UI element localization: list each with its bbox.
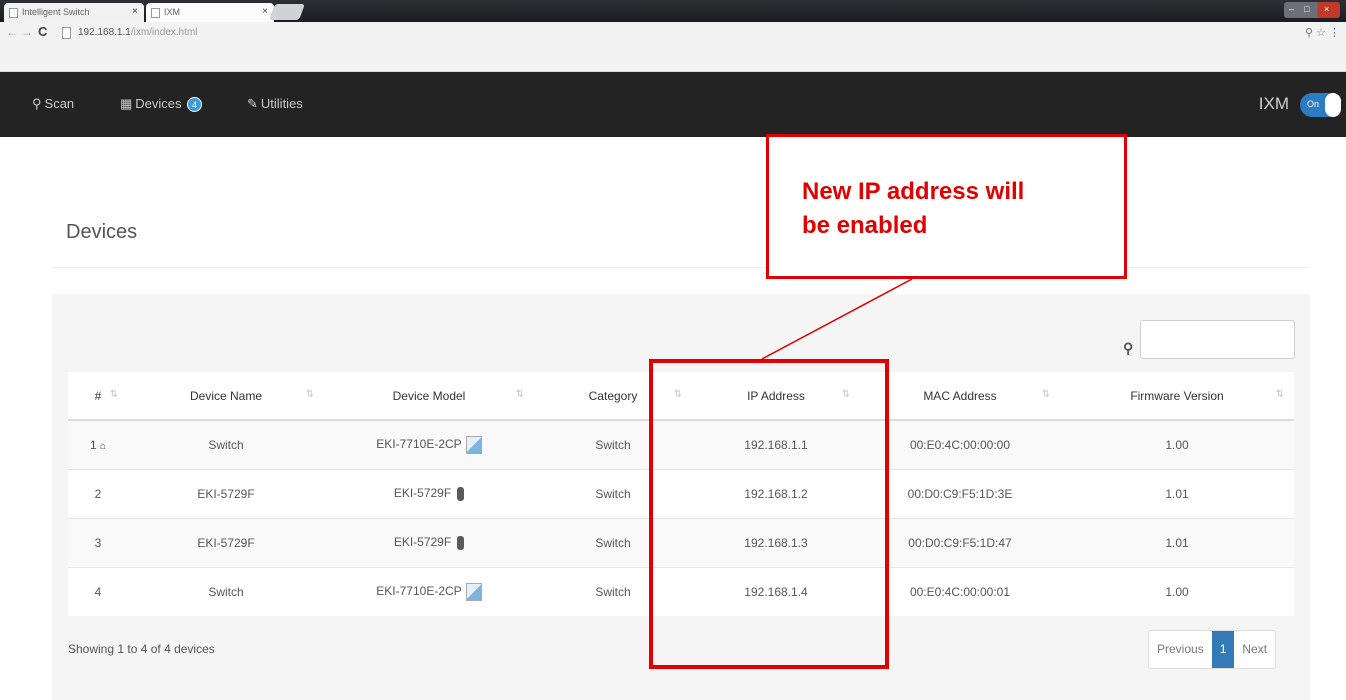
column-header[interactable]: Firmware Version ⇅	[1060, 372, 1294, 421]
url-host: 192.168.1.1	[78, 27, 131, 38]
column-header[interactable]: Device Name ⇅	[128, 372, 324, 421]
search-input[interactable]	[1140, 320, 1295, 359]
device-mac: 00:E0:4C:00:00:01	[860, 566, 1060, 616]
new-tab-button[interactable]	[269, 4, 305, 20]
annotation-line-2: be enabled	[802, 212, 928, 239]
home-icon: ⌂	[99, 440, 107, 452]
annotation-callout: New IP address will be enabled	[766, 134, 1127, 279]
column-label: MAC Address	[923, 388, 997, 403]
row-number: 4	[68, 566, 128, 616]
tab-title: Intelligent Switch	[22, 7, 90, 17]
pagination: Previous 1 Next	[1148, 630, 1277, 669]
column-header[interactable]: MAC Address ⇅	[860, 372, 1060, 421]
nav-item-utilities[interactable]: ✎ Utilities	[247, 96, 303, 112]
column-header[interactable]: Device Model ⇅	[324, 372, 534, 421]
forward-arrow-icon[interactable]: →	[21, 25, 33, 39]
column-label: Device Model	[392, 388, 466, 403]
window-close-icon[interactable]: ×	[1324, 4, 1329, 14]
page-icon	[151, 8, 160, 18]
nav-item-devices[interactable]: ▦ Devices 4	[120, 96, 203, 112]
sort-icon: ⇅	[515, 389, 524, 400]
device-name: EKI-5729F	[128, 517, 324, 567]
sort-icon: ⇅	[109, 389, 118, 400]
row-number: 1 ⌂	[68, 419, 128, 469]
reload-icon[interactable]: C	[38, 24, 47, 39]
annotation-line-1: New IP address will	[802, 178, 1025, 205]
device-model: EKI-7710E-2CP	[324, 566, 534, 616]
row-number: 3	[68, 517, 128, 567]
power-toggle[interactable]: On	[1300, 93, 1341, 117]
browser-titlebar: Intelligent Switch × IXM × – □ ×	[0, 0, 1346, 22]
browser-tab-intelligent-switch[interactable]: Intelligent Switch ×	[4, 3, 144, 22]
zoom-star-icons[interactable]: ⚲ ☆ ⋮	[1305, 26, 1340, 39]
brand-label: IXM	[1258, 94, 1289, 113]
device-name: EKI-5729F	[128, 468, 324, 518]
column-header[interactable]: # ⇅	[68, 372, 128, 421]
url-bar[interactable]: 192.168.1.1/ixm/index.html	[56, 25, 1316, 42]
device-mac: 00:E0:4C:00:00:00	[860, 419, 1060, 469]
sort-icon: ⇅	[305, 389, 314, 400]
broken-image-icon	[465, 435, 482, 454]
maximize-icon[interactable]: □	[1304, 4, 1309, 14]
tab-title: IXM	[164, 7, 181, 17]
device-firmware: 1.00	[1060, 419, 1294, 469]
nav-label: Utilities	[260, 96, 303, 111]
device-icon	[457, 486, 465, 501]
url-path: /ixm/index.html	[130, 27, 198, 38]
ip-column-highlight	[649, 359, 889, 669]
row-number: 2	[68, 468, 128, 518]
device-firmware: 1.00	[1060, 566, 1294, 616]
close-tab-icon[interactable]: ×	[262, 6, 268, 17]
page: Intelligent Switch × IXM × – □ × ← → C 1…	[0, 0, 1346, 700]
broken-image-icon	[465, 582, 482, 601]
wrench-icon: ✎	[247, 96, 258, 111]
back-arrow-icon[interactable]: ←	[6, 25, 18, 39]
grid-icon: ▦	[120, 96, 133, 111]
device-name: Switch	[128, 566, 324, 616]
device-name: Switch	[128, 419, 324, 469]
device-icon	[457, 535, 465, 550]
page-1-button[interactable]: 1	[1211, 631, 1235, 668]
column-label: Device Name	[189, 388, 263, 403]
search-icon: ⚲	[1123, 340, 1134, 356]
minimize-icon[interactable]: –	[1289, 4, 1294, 14]
column-label: #	[94, 388, 102, 403]
close-tab-icon[interactable]: ×	[132, 6, 138, 17]
search-icon: ⚲	[32, 96, 42, 111]
nav-label: Devices	[135, 96, 182, 111]
column-label: Firmware Version	[1130, 388, 1224, 403]
device-mac: 00:D0:C9:F5:1D:47	[860, 517, 1060, 567]
toggle-label: On	[1307, 99, 1320, 109]
page-icon	[9, 8, 18, 18]
sort-icon: ⇅	[1041, 389, 1050, 400]
app-navbar: ⚲ Scan ▦ Devices 4 ✎ Utilities IXM On	[0, 72, 1346, 137]
previous-page-button[interactable]: Previous	[1149, 631, 1212, 668]
device-firmware: 1.01	[1060, 468, 1294, 518]
table-info: Showing 1 to 4 of 4 devices	[68, 642, 215, 656]
device-model: EKI-5729F	[324, 517, 534, 567]
nav-label: Scan	[44, 96, 75, 111]
browser-tab-ixm[interactable]: IXM ×	[146, 3, 274, 22]
toggle-knob	[1325, 93, 1341, 117]
device-model: EKI-7710E-2CP	[324, 419, 534, 469]
nav-item-scan[interactable]: ⚲ Scan	[32, 96, 74, 112]
device-firmware: 1.01	[1060, 517, 1294, 567]
window-controls[interactable]: – □ ×	[1284, 2, 1340, 18]
devices-count-badge: 4	[187, 97, 203, 112]
sort-icon: ⇅	[1275, 389, 1284, 400]
column-label: Category	[588, 388, 638, 403]
page-icon	[62, 27, 71, 39]
page-title: Devices	[66, 221, 138, 243]
device-model: EKI-5729F	[324, 468, 534, 518]
browser-toolbar: ← → C 192.168.1.1/ixm/index.html ⚲ ☆ ⋮	[0, 22, 1346, 72]
next-page-button[interactable]: Next	[1234, 631, 1275, 668]
device-mac: 00:D0:C9:F5:1D:3E	[860, 468, 1060, 518]
